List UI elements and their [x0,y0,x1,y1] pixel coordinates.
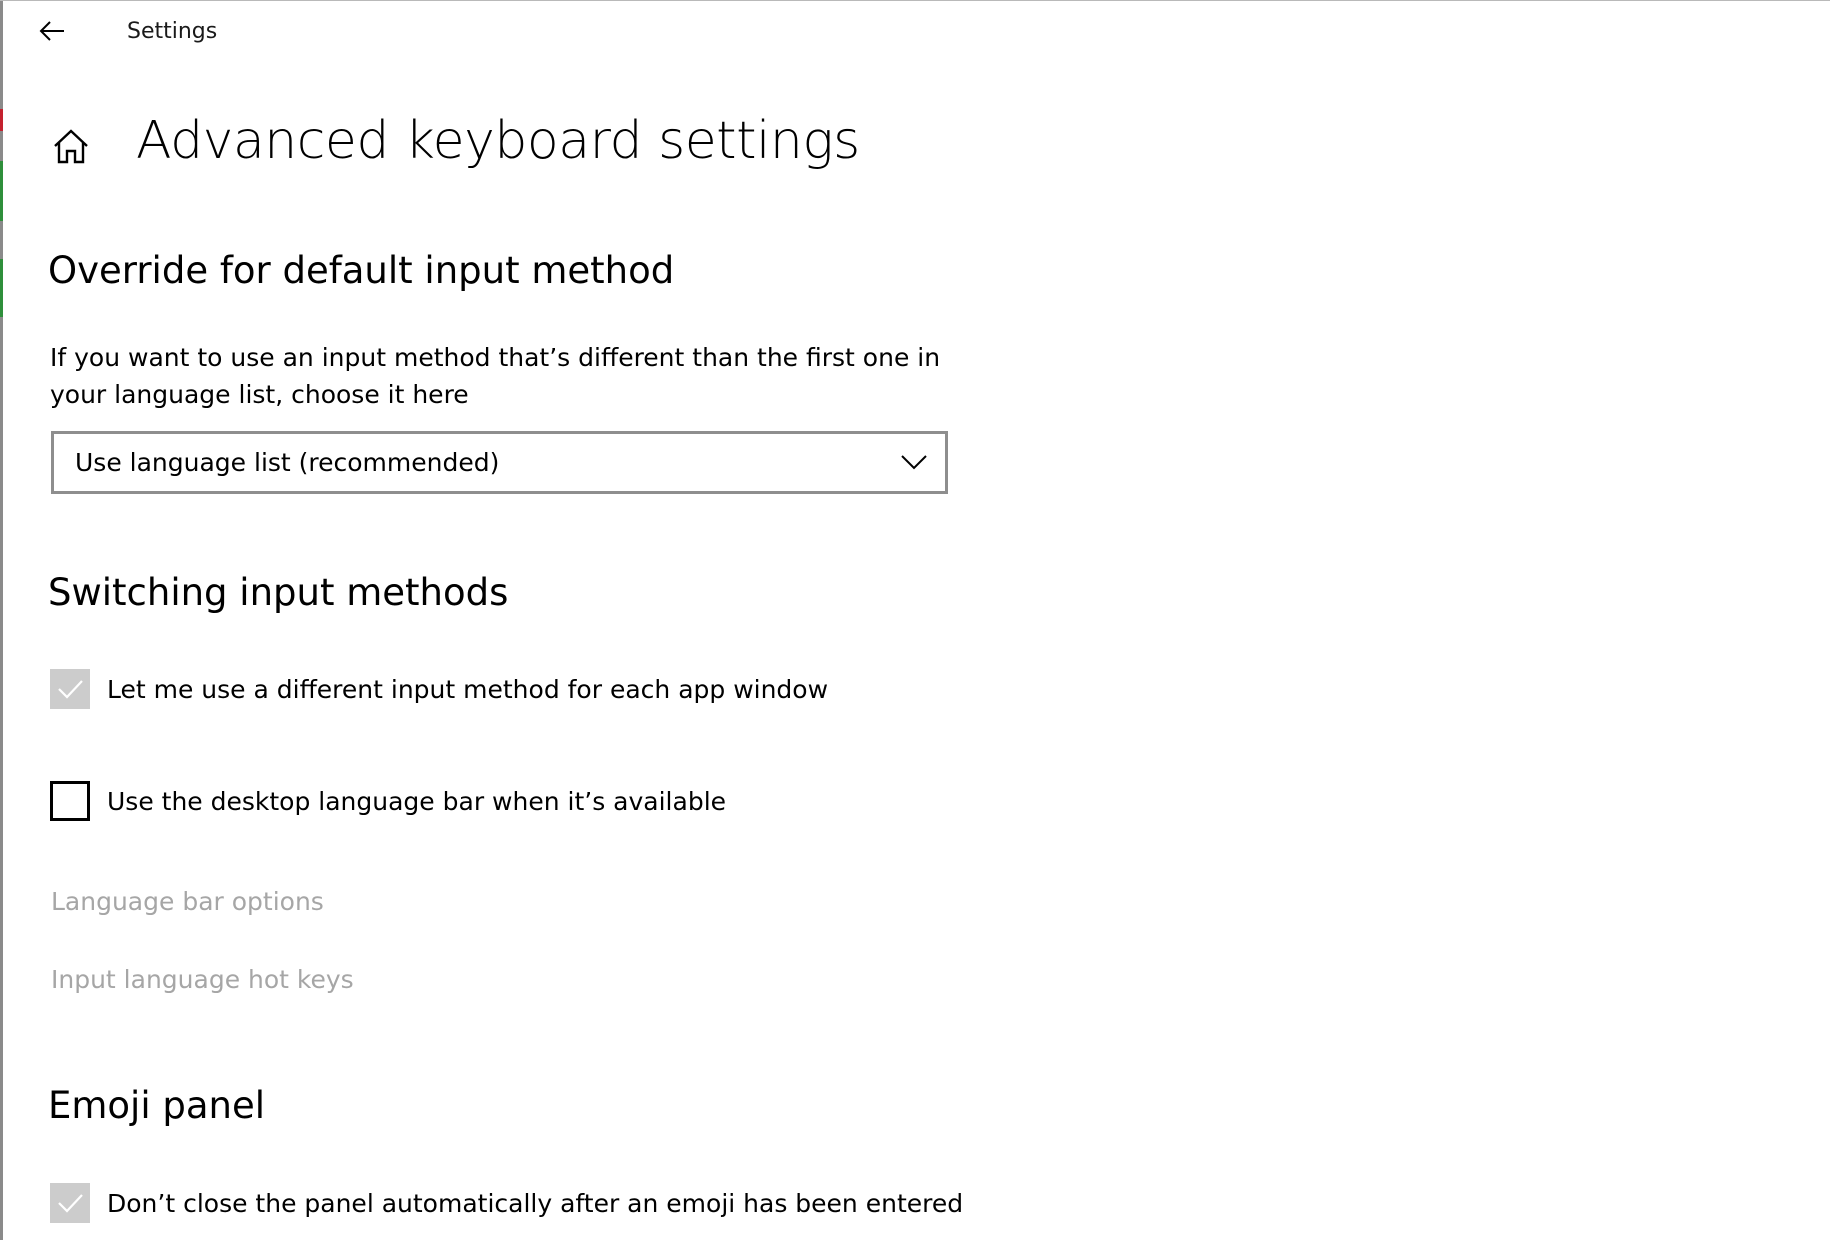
checkbox-label: Use the desktop language bar when it’s a… [107,786,727,816]
dropdown-selected-value: Use language list (recommended) [75,448,500,477]
home-icon [54,129,88,164]
checkbox-desktop-language-bar[interactable]: Use the desktop language bar when it’s a… [50,779,726,823]
section-title-switching: Switching input methods [48,571,509,614]
section-title-emoji: Emoji panel [48,1084,266,1127]
back-arrow-icon [39,21,64,41]
override-description: If you want to use an input method that’… [50,343,941,409]
checkmark-icon [58,680,83,699]
section-title-override: Override for default input method [48,249,675,292]
checkbox-box[interactable] [50,781,90,821]
home-button[interactable] [50,125,92,167]
checkmark-icon [58,1194,83,1213]
checkbox-per-app-input-method[interactable]: Let me use a different input method for … [50,667,828,711]
settings-window: Settings Advanced keyboard settings Over… [0,0,1830,1240]
chevron-down-icon [901,455,927,470]
language-bar-options-link[interactable]: Language bar options [51,887,324,916]
checkbox-emoji-panel-stay-open[interactable]: Don’t close the panel automatically afte… [50,1181,963,1225]
back-button[interactable] [36,15,68,47]
checkbox-label: Don’t close the panel automatically afte… [107,1188,964,1218]
checkbox-box[interactable] [50,669,90,709]
checkbox-label: Let me use a different input method for … [107,674,829,704]
input-method-dropdown[interactable]: Use language list (recommended) [51,431,948,494]
checkbox-box[interactable] [50,1183,90,1223]
window-edge [0,1,3,1240]
page-title: Advanced keyboard settings [136,111,860,171]
input-language-hot-keys-link[interactable]: Input language hot keys [51,965,354,994]
app-title: Settings [127,19,218,44]
